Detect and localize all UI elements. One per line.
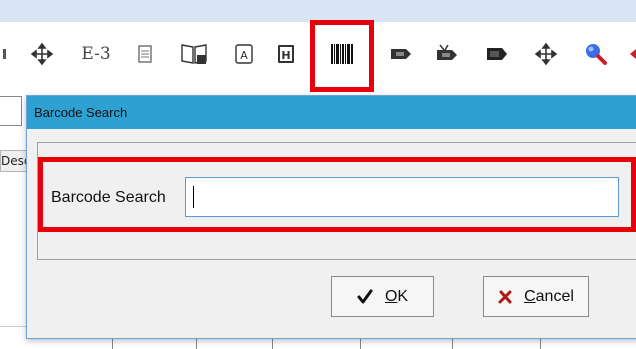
- partial-toolbar-icon[interactable]: [0, 22, 10, 86]
- e3-tool-button[interactable]: E-3: [78, 22, 114, 86]
- svg-text:H: H: [281, 49, 290, 62]
- book-icon[interactable]: [178, 22, 210, 86]
- cancel-button[interactable]: Cancel: [483, 276, 589, 317]
- checkmark-icon: [357, 289, 373, 303]
- dialog-title: Barcode Search: [34, 105, 128, 120]
- search-field-highlight: [38, 157, 636, 232]
- move-icon[interactable]: [28, 22, 56, 86]
- x-icon: [498, 290, 512, 303]
- background-input[interactable]: [0, 96, 22, 126]
- tag-dark-icon[interactable]: [482, 22, 510, 86]
- search-icon[interactable]: [582, 22, 610, 86]
- ok-label: OK: [384, 287, 409, 305]
- partial-arrow-icon[interactable]: [628, 22, 636, 86]
- move-icon-2[interactable]: [532, 22, 560, 86]
- cancel-label: Cancel: [524, 287, 574, 305]
- tag-icon[interactable]: [386, 22, 414, 86]
- report-a-icon[interactable]: A: [232, 22, 256, 86]
- window-top-strip: [0, 0, 636, 22]
- svg-text:A: A: [240, 49, 248, 62]
- dialog-title-bar[interactable]: Barcode Search: [27, 96, 636, 129]
- ok-button[interactable]: OK: [331, 276, 434, 317]
- document-icon[interactable]: [134, 22, 156, 86]
- tag-edit-icon[interactable]: [432, 22, 460, 86]
- barcode-button-highlight: [310, 20, 374, 92]
- e3-tool-label: E-3: [81, 44, 111, 64]
- h-box-icon[interactable]: H: [274, 22, 298, 86]
